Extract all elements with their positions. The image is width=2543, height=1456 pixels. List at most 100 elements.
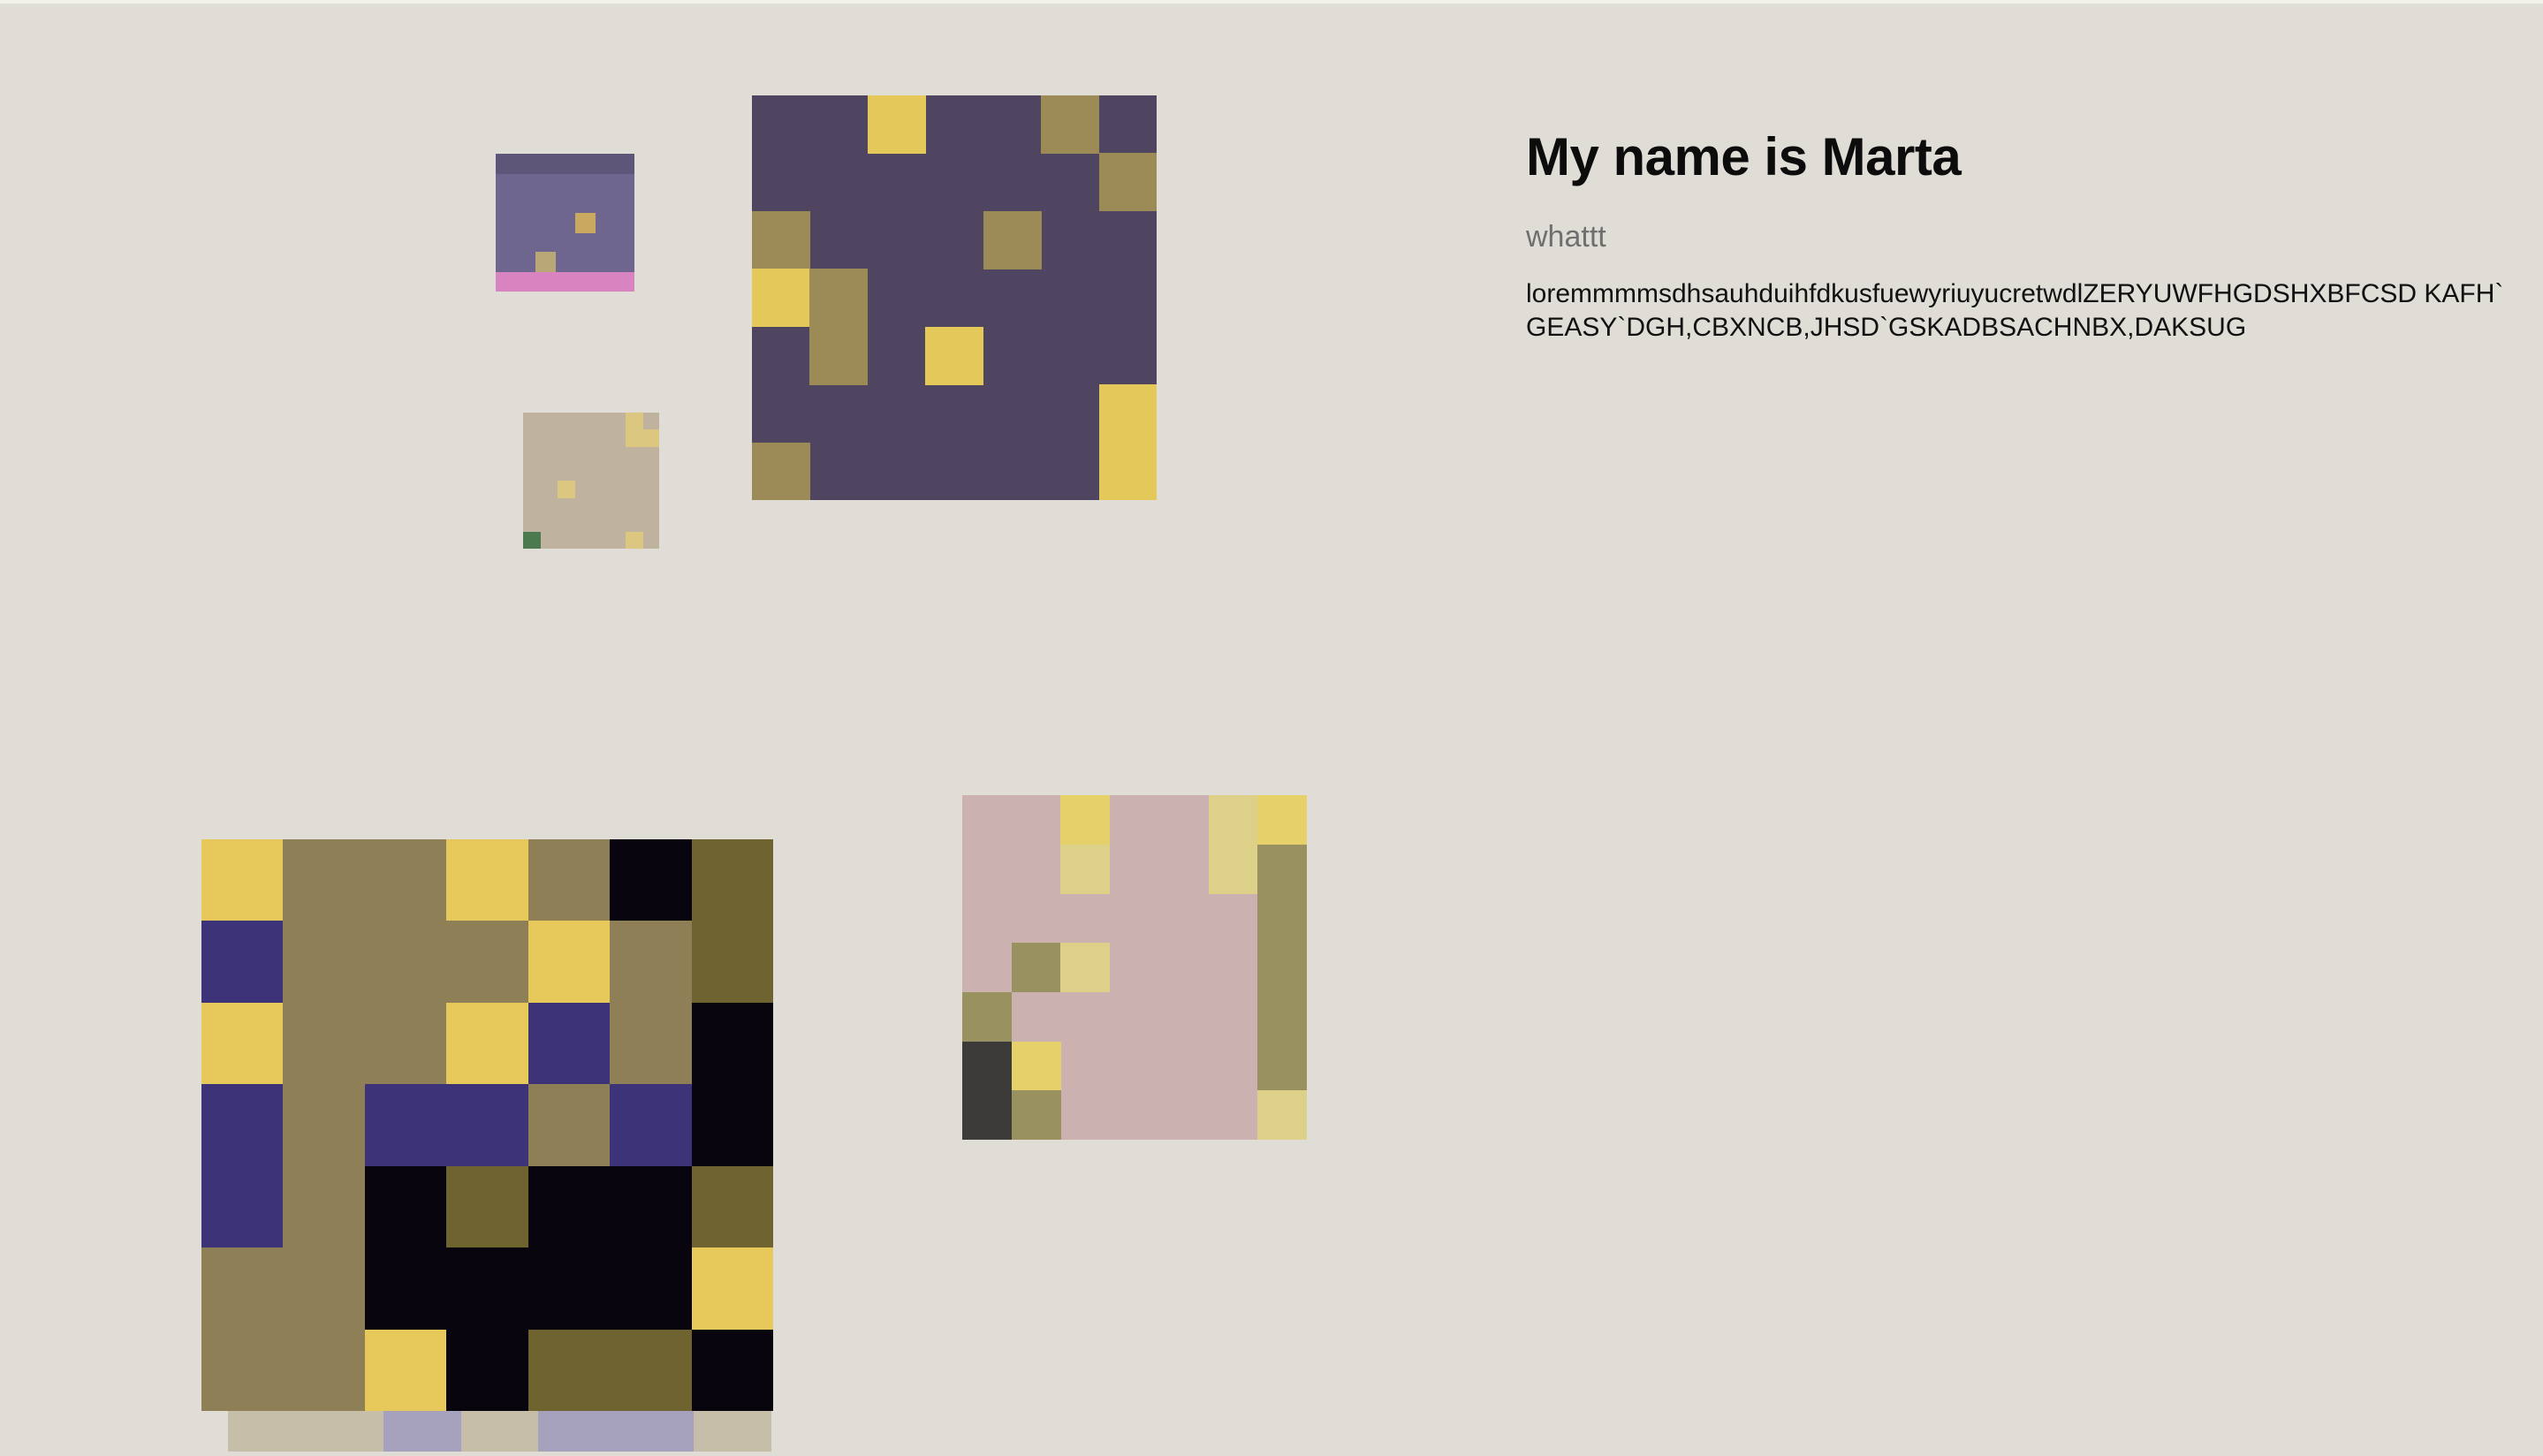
body-text: loremmmmsdhsauhduihfdkusfuewyriuyucretwd… (1526, 279, 2504, 342)
mosaic-cell (867, 95, 926, 154)
mosaic-cell (201, 1247, 284, 1331)
mosaic-cell (364, 839, 447, 921)
mosaic-cell (201, 1165, 284, 1248)
mosaic-cell (809, 326, 869, 385)
mosaic-cell (691, 839, 773, 921)
mosaic-cell (1257, 795, 1307, 845)
mosaic-cell (364, 1084, 447, 1167)
mosaic-cell (925, 326, 984, 385)
mosaic-cell (691, 1329, 773, 1411)
mosaic-cell (535, 271, 556, 292)
mosaic-cell (595, 271, 616, 292)
mosaic-cell (283, 1329, 366, 1411)
mosaic-cell (1041, 95, 1100, 154)
mosaic-cell (610, 1002, 693, 1085)
mosaic-cell (574, 271, 596, 292)
mosaic-cell (1257, 991, 1307, 1042)
mosaic-cell (962, 1090, 1012, 1140)
mosaic-cell (535, 154, 556, 174)
mosaic-cell (574, 154, 596, 174)
mosaic-cell (1060, 844, 1111, 894)
mosaic-cell (691, 921, 773, 1004)
mosaic-cell (962, 991, 1012, 1042)
mosaic-cell (1208, 844, 1258, 894)
mosaic-cell (446, 1165, 529, 1248)
mosaic-cell (528, 1002, 611, 1085)
mosaic-cell (610, 1084, 693, 1167)
mosaic-cell (614, 154, 634, 174)
mosaic-cell (201, 1084, 284, 1167)
mosaic-cell (610, 839, 693, 921)
mosaic-cell (528, 839, 611, 921)
mosaic-cell (515, 271, 536, 292)
mosaic-cell (446, 1247, 529, 1331)
mosaic-cell (528, 1247, 611, 1331)
mosaic-cell (962, 1041, 1012, 1091)
mosaic-cell (496, 271, 516, 292)
mosaic-cell (625, 531, 643, 549)
mosaic-cell (515, 154, 536, 174)
pixel-tile-small-beige[interactable] (523, 413, 659, 549)
mosaic-cell (610, 1329, 693, 1411)
pixel-tile-large-purple[interactable] (752, 95, 1157, 500)
mosaic-cell (1257, 943, 1307, 993)
mosaic-cell (528, 921, 611, 1004)
mosaic-cell (201, 839, 284, 921)
mosaic-cell (557, 481, 575, 498)
mosaic-cell (201, 921, 284, 1004)
mosaic-cell (691, 1247, 773, 1331)
mosaic-cell (1098, 384, 1157, 444)
mosaic-cell (364, 1002, 447, 1085)
mosaic-cell (574, 212, 596, 233)
mosaic-cell (446, 1084, 529, 1167)
mosaic-cell (555, 154, 576, 174)
mosaic-cell (595, 154, 616, 174)
mosaic-cell (1257, 893, 1307, 944)
mosaic-cell (641, 429, 659, 448)
mosaic-cell (528, 1329, 611, 1411)
mosaic-cell (201, 1329, 284, 1411)
mosaic-cell (283, 839, 366, 921)
mosaic-cell (283, 1084, 366, 1167)
mosaic-cell (1011, 1041, 1061, 1091)
mosaic-cell (283, 1247, 366, 1331)
mosaic-cell (283, 1002, 366, 1085)
mosaic-cell (538, 1411, 617, 1452)
mosaic-cell (1098, 442, 1157, 500)
page-subtitle: whattt (1526, 220, 1606, 254)
mosaic-cell (1060, 943, 1111, 993)
mosaic-cell (1208, 795, 1258, 845)
mosaic-cell (496, 154, 516, 174)
mosaic-cell (364, 921, 447, 1004)
pixel-tile-large-dark[interactable] (201, 839, 773, 1411)
pixel-strip-bottom (228, 1411, 771, 1452)
window-top-edge (0, 0, 2543, 4)
mosaic-cell (1098, 153, 1157, 212)
mosaic-cell (809, 269, 869, 328)
mosaic-cell (752, 442, 810, 500)
mosaic-cell (691, 1165, 773, 1248)
mosaic-cell (614, 271, 634, 292)
mosaic-cell (610, 1165, 693, 1248)
mosaic-cell (364, 1165, 447, 1248)
mosaic-cell (446, 1329, 529, 1411)
mosaic-cell (752, 269, 810, 328)
mosaic-cell (1011, 943, 1061, 993)
mosaic-cell (364, 1329, 447, 1411)
mosaic-cell (201, 1002, 284, 1085)
mosaic-cell (1257, 1090, 1307, 1140)
mosaic-cell (752, 210, 810, 269)
pixel-tile-small-purple[interactable] (496, 154, 634, 292)
mosaic-cell (446, 921, 529, 1004)
mosaic-cell (535, 252, 556, 273)
mosaic-cell (283, 921, 366, 1004)
mosaic-cell (528, 1165, 611, 1248)
mosaic-cell (1257, 844, 1307, 894)
mosaic-cell (523, 531, 541, 549)
mosaic-cell (691, 1084, 773, 1167)
pixel-tile-photo-pink[interactable] (962, 795, 1307, 1140)
mosaic-cell (555, 271, 576, 292)
mosaic-cell (446, 1002, 529, 1085)
page-title: My name is Marta (1526, 127, 1962, 186)
mosaic-cell (528, 1084, 611, 1167)
